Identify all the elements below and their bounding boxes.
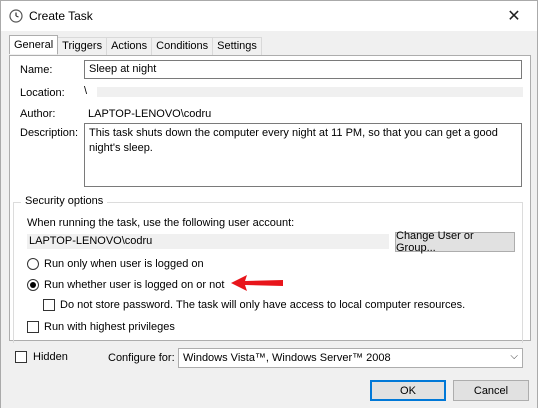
hidden-checkbox[interactable] [15, 351, 27, 363]
account-prompt: When running the task, use the following… [27, 217, 295, 229]
task-clock-icon [9, 9, 23, 23]
run-only-logged-on-label[interactable]: Run only when user is logged on [44, 258, 204, 270]
description-label: Description: [20, 127, 79, 139]
location-readonly-bar [97, 87, 523, 97]
close-icon[interactable]: ✕ [491, 1, 537, 31]
name-input[interactable]: Sleep at night [84, 60, 522, 79]
red-arrow-annotation-icon [229, 273, 285, 296]
run-whether-logged-on-label[interactable]: Run whether user is logged on or not [44, 279, 224, 291]
radio-run-whether-logged-on[interactable] [27, 279, 39, 291]
tab-conditions[interactable]: Conditions [151, 37, 214, 55]
ok-button[interactable]: OK [370, 380, 446, 401]
do-not-store-suffix: The task will only have access to local … [173, 299, 466, 311]
tab-general[interactable]: General [9, 35, 59, 54]
description-textarea[interactable]: This task shuts down the computer every … [84, 123, 522, 187]
hidden-label[interactable]: Hidden [33, 351, 68, 363]
tab-triggers[interactable]: Triggers [57, 37, 108, 55]
configure-for-value: Windows Vista™, Windows Server™ 2008 [183, 352, 391, 364]
configure-for-select[interactable]: Windows Vista™, Windows Server™ 2008 ⌵ [178, 348, 523, 368]
tab-actions[interactable]: Actions [106, 37, 153, 55]
do-not-store-password-label[interactable]: Do not store password. The task will onl… [60, 299, 465, 311]
name-label: Name: [20, 64, 53, 76]
cancel-button[interactable]: Cancel [453, 380, 529, 401]
title-bar: Create Task ✕ [1, 1, 537, 31]
radio-run-only-logged-on[interactable] [27, 258, 39, 270]
do-not-store-password-checkbox[interactable] [43, 299, 55, 311]
window-title: Create Task [29, 9, 93, 23]
create-task-window: Create Task ✕ General Triggers Actions C… [0, 0, 538, 408]
tab-strip: General Triggers Actions Conditions Sett… [9, 35, 262, 55]
location-value: \ [84, 85, 88, 97]
author-label: Author: [20, 108, 56, 120]
author-value: LAPTOP-LENOVO\codru [88, 108, 212, 120]
configure-for-label: Configure for: [108, 352, 175, 364]
user-account-value: LAPTOP-LENOVO\codru [27, 234, 389, 249]
do-not-store-prefix: Do not store password. [60, 299, 174, 311]
change-user-button[interactable]: Change User or Group... [395, 230, 515, 254]
highest-privileges-checkbox[interactable] [27, 321, 39, 333]
highest-privileges-label[interactable]: Run with highest privileges [44, 321, 175, 333]
location-label: Location: [20, 87, 65, 99]
chevron-down-icon: ⌵ [510, 351, 518, 362]
security-options-title: Security options [21, 195, 108, 207]
tab-settings[interactable]: Settings [212, 37, 262, 55]
